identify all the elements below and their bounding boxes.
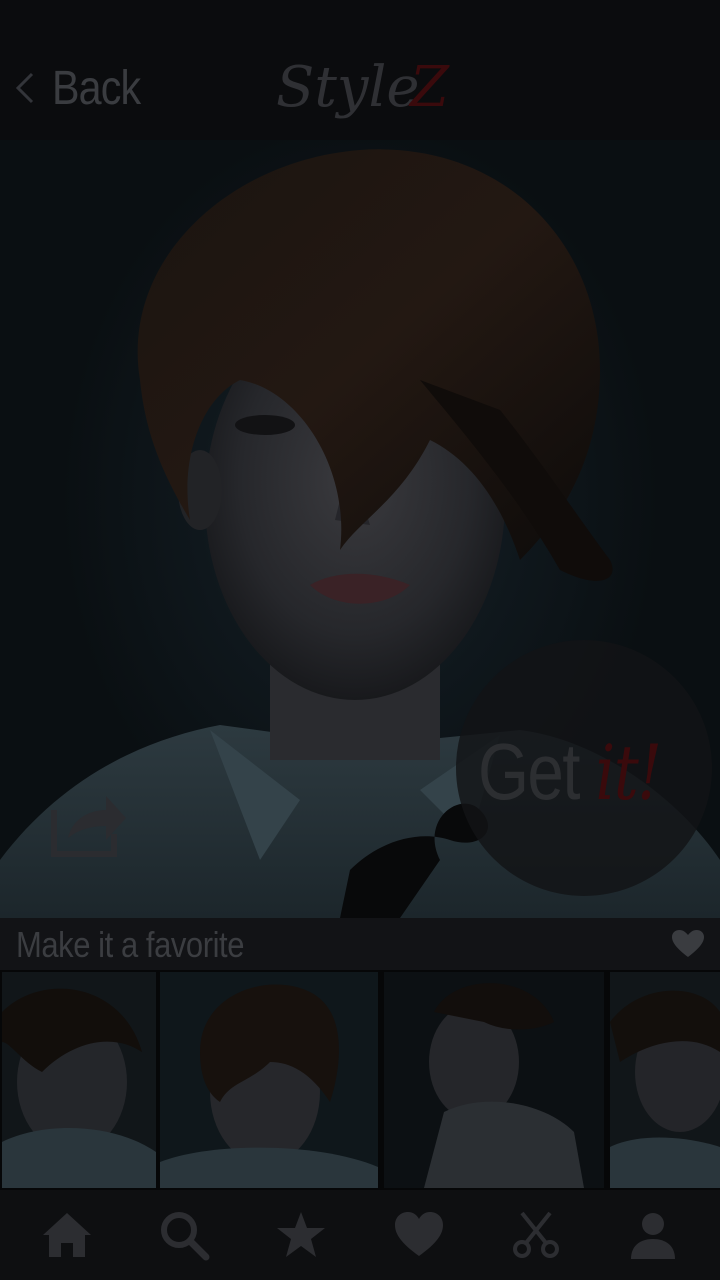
user-icon xyxy=(631,1213,676,1259)
get-it-button[interactable]: Get it! xyxy=(456,640,712,896)
thumbnail-1[interactable] xyxy=(2,972,156,1188)
share-icon xyxy=(51,796,126,857)
bottom-nav xyxy=(0,1190,720,1280)
home-icon xyxy=(42,1213,91,1257)
heart-icon xyxy=(394,1212,443,1256)
nav-search[interactable] xyxy=(134,1190,234,1280)
star-icon xyxy=(277,1212,326,1257)
thumbnail-2[interactable] xyxy=(160,972,378,1188)
heart-icon xyxy=(672,930,704,957)
thumbnail-strip xyxy=(0,970,720,1190)
back-label: Back xyxy=(52,61,141,115)
back-button[interactable]: Back xyxy=(12,58,155,118)
chevron-left-icon xyxy=(15,72,34,104)
get-it-label: Get it! xyxy=(478,727,662,817)
nav-favorites[interactable] xyxy=(369,1190,469,1280)
nav-featured[interactable] xyxy=(251,1190,351,1280)
nav-salons[interactable] xyxy=(486,1190,586,1280)
search-icon xyxy=(160,1212,210,1261)
nav-home[interactable] xyxy=(17,1190,117,1280)
share-button[interactable] xyxy=(48,788,128,860)
favorite-label: Make it a favorite xyxy=(16,924,245,965)
app-header: Back Style Z xyxy=(0,0,720,140)
logo-text: Style xyxy=(276,55,420,120)
favorite-bar[interactable]: Make it a favorite xyxy=(0,918,720,970)
hero-image: Get it! xyxy=(0,140,720,918)
scissors-icon xyxy=(512,1211,559,1258)
app-logo: Style Z xyxy=(270,52,460,132)
logo-accent: Z xyxy=(408,55,450,120)
thumbnail-4[interactable] xyxy=(610,972,720,1188)
nav-profile[interactable] xyxy=(603,1190,703,1280)
thumbnail-3[interactable] xyxy=(384,972,604,1188)
